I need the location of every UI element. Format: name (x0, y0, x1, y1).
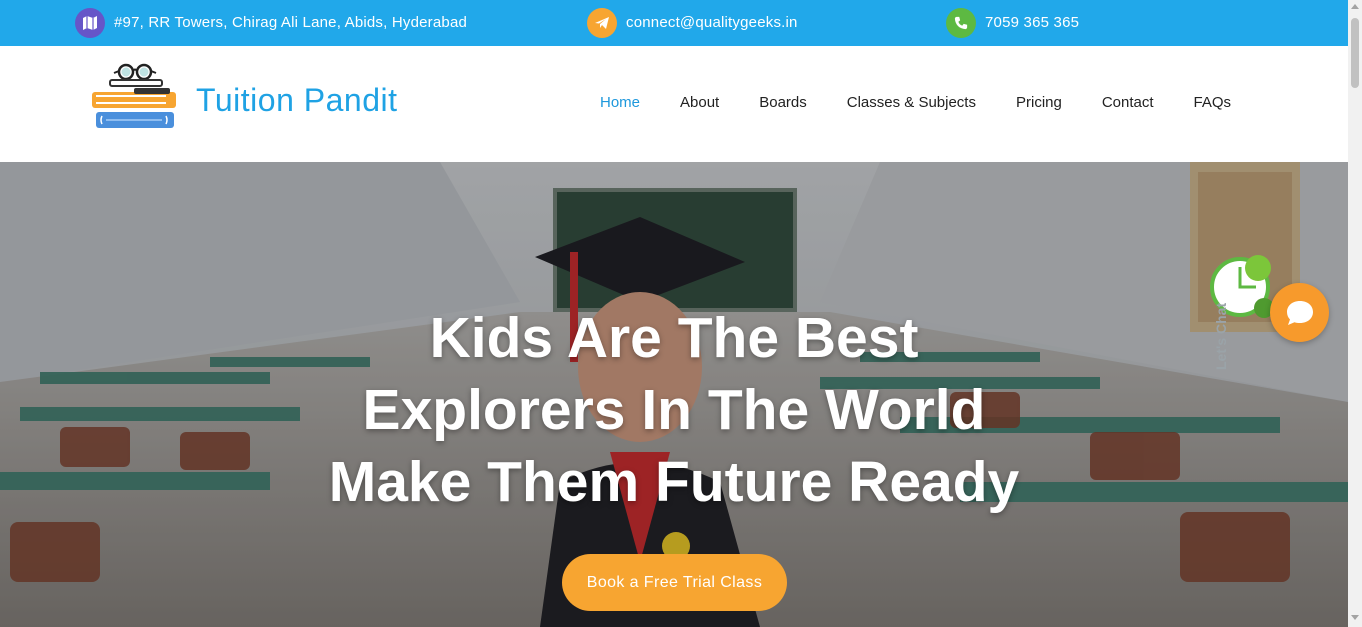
scroll-down-arrow-icon[interactable] (1351, 615, 1359, 620)
top-contact-bar: #97, RR Towers, Chirag Ali Lane, Abids, … (0, 0, 1348, 46)
hero-section: Kids Are The Best Explorers In The World… (0, 162, 1348, 627)
chat-button[interactable] (1270, 283, 1329, 342)
main-nav: Home About Boards Classes & Subjects Pri… (580, 94, 1251, 111)
map-icon (75, 8, 105, 38)
scroll-up-arrow-icon[interactable] (1351, 4, 1359, 9)
hero-headline: Kids Are The Best Explorers In The World… (0, 302, 1348, 518)
nav-home[interactable]: Home (580, 94, 660, 111)
headline-line-1: Kids Are The Best (429, 306, 919, 370)
headline-line-2: Explorers In The World (362, 378, 986, 442)
chat-badge-text: Let's Chat (1213, 303, 1229, 370)
email-link[interactable]: connect@qualitygeeks.in (626, 8, 798, 38)
book-trial-button[interactable]: Book a Free Trial Class (562, 554, 787, 611)
phone-item[interactable]: 7059 365 365 (946, 8, 1079, 38)
phone-icon (946, 8, 976, 38)
books-glasses-logo[interactable] (90, 62, 180, 132)
clock-chat-badge-icon[interactable]: Let's Chat (1208, 250, 1278, 375)
phone-link[interactable]: 7059 365 365 (985, 8, 1079, 38)
telegram-icon (587, 8, 617, 38)
nav-pricing[interactable]: Pricing (996, 94, 1082, 111)
brand-name[interactable]: Tuition Pandit (196, 82, 397, 119)
address-item: #97, RR Towers, Chirag Ali Lane, Abids, … (75, 8, 467, 38)
chat-bubble-icon (1286, 300, 1313, 325)
page-scrollbar[interactable] (1348, 0, 1362, 627)
nav-contact[interactable]: Contact (1082, 94, 1174, 111)
site-header: Tuition Pandit Home About Boards Classes… (0, 46, 1348, 162)
email-item[interactable]: connect@qualitygeeks.in (587, 8, 798, 38)
scroll-thumb[interactable] (1351, 18, 1359, 88)
nav-classes-subjects[interactable]: Classes & Subjects (827, 94, 996, 111)
nav-boards[interactable]: Boards (739, 94, 827, 111)
headline-line-3: Make Them Future Ready (328, 450, 1020, 514)
address-text: #97, RR Towers, Chirag Ali Lane, Abids, … (114, 14, 468, 31)
nav-faqs[interactable]: FAQs (1174, 94, 1252, 111)
nav-about[interactable]: About (660, 94, 739, 111)
